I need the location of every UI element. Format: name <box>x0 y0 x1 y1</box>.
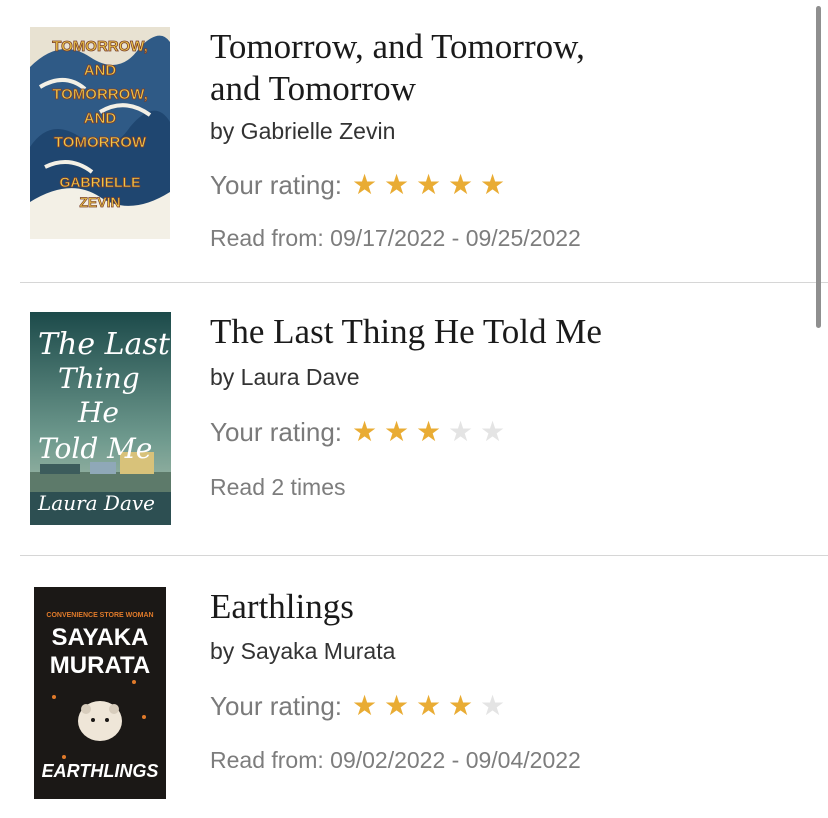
book-item[interactable]: CONVENIENCE STORE WOMAN SAYAKA MURATA EA… <box>0 556 828 818</box>
book-cover[interactable]: CONVENIENCE STORE WOMAN SAYAKA MURATA EA… <box>34 587 166 799</box>
rating-row: Your rating: ★ ★ ★ ★ ★ <box>210 168 512 202</box>
star-rating[interactable]: ★ ★ ★ ★ ★ <box>352 168 512 202</box>
rating-label: Your rating: <box>210 690 343 721</box>
read-dates: Read from: 09/17/2022 - 09/25/2022 <box>210 225 581 251</box>
book-item[interactable]: The Last Thing He Told Me Laura Dave The… <box>0 283 828 555</box>
book-title-line: The Last Thing He Told Me <box>210 312 602 351</box>
cover-title-line: AND <box>84 110 117 127</box>
cover-title-line: AND <box>84 62 117 79</box>
star-filled-icon[interactable]: ★ <box>416 415 448 449</box>
star-filled-icon[interactable]: ★ <box>384 689 416 723</box>
star-filled-icon[interactable]: ★ <box>448 689 480 723</box>
cover-title-line: MURATA <box>50 652 150 679</box>
star-filled-icon[interactable]: ★ <box>384 415 416 449</box>
book-list: TOMORROW, AND TOMORROW, AND TOMORROW GAB… <box>0 0 828 818</box>
rating-label: Your rating: <box>210 169 343 200</box>
cover-title-line: TOMORROW, <box>52 86 148 103</box>
book-cover[interactable]: TOMORROW, AND TOMORROW, AND TOMORROW GAB… <box>30 27 170 239</box>
scrollbar[interactable] <box>816 6 821 328</box>
rating-row: Your rating: ★ ★ ★ ★ ★ <box>210 415 512 449</box>
rating-label: Your rating: <box>210 416 343 447</box>
star-filled-icon[interactable]: ★ <box>480 168 512 202</box>
star-filled-icon[interactable]: ★ <box>416 689 448 723</box>
cover-title-line: SAYAKA <box>52 624 149 651</box>
book-cover[interactable]: The Last Thing He Told Me Laura Dave <box>30 312 171 525</box>
book-author[interactable]: by Sayaka Murata <box>210 638 395 665</box>
star-filled-icon[interactable]: ★ <box>352 689 384 723</box>
star-filled-icon[interactable]: ★ <box>384 168 416 202</box>
book-title-line: Tomorrow, and Tomorrow, <box>210 27 585 66</box>
star-rating[interactable]: ★ ★ ★ ★ ★ <box>352 415 512 449</box>
book-title-line: and Tomorrow <box>210 69 416 108</box>
star-empty-icon[interactable]: ★ <box>480 689 512 723</box>
cover-author-line: GABRIELLE <box>60 174 141 190</box>
cover-author-line: Laura Dave <box>37 491 155 515</box>
star-empty-icon[interactable]: ★ <box>448 415 480 449</box>
star-filled-icon[interactable]: ★ <box>448 168 480 202</box>
book-title[interactable]: Tomorrow, and Tomorrow, and Tomorrow <box>210 26 770 110</box>
book-title[interactable]: Earthlings <box>210 586 770 628</box>
cover-title-line: Told Me <box>38 432 152 465</box>
read-dates: Read from: 09/02/2022 - 09/04/2022 <box>210 747 581 773</box>
book-title[interactable]: The Last Thing He Told Me <box>210 311 770 353</box>
cover-title-line: The Last <box>38 327 171 362</box>
book-author[interactable]: by Gabrielle Zevin <box>210 118 395 145</box>
book-item[interactable]: TOMORROW, AND TOMORROW, AND TOMORROW GAB… <box>0 0 828 282</box>
star-filled-icon[interactable]: ★ <box>352 168 384 202</box>
cover-title-line: TOMORROW, <box>52 38 148 55</box>
cover-title-line: TOMORROW <box>54 134 147 151</box>
star-filled-icon[interactable]: ★ <box>416 168 448 202</box>
great-wave-cover-icon: TOMORROW, AND TOMORROW, AND TOMORROW GAB… <box>30 27 170 239</box>
cover-title-line: He <box>77 396 119 429</box>
cover-author-line: ZEVIN <box>79 194 120 210</box>
cover-author-line: EARTHLINGS <box>42 761 159 781</box>
star-empty-icon[interactable]: ★ <box>480 415 512 449</box>
cover-tagline: CONVENIENCE STORE WOMAN <box>46 612 153 619</box>
rating-row: Your rating: ★ ★ ★ ★ ★ <box>210 689 512 723</box>
marina-cover-icon: The Last Thing He Told Me Laura Dave <box>30 312 171 525</box>
star-filled-icon[interactable]: ★ <box>352 415 384 449</box>
cover-title-line: Thing <box>58 362 140 395</box>
book-author[interactable]: by Laura Dave <box>210 364 360 391</box>
book-title-line: Earthlings <box>210 587 354 626</box>
star-rating[interactable]: ★ ★ ★ ★ ★ <box>352 689 512 723</box>
hamster-cover-icon: CONVENIENCE STORE WOMAN SAYAKA MURATA EA… <box>34 587 166 799</box>
read-count: Read 2 times <box>210 474 346 500</box>
